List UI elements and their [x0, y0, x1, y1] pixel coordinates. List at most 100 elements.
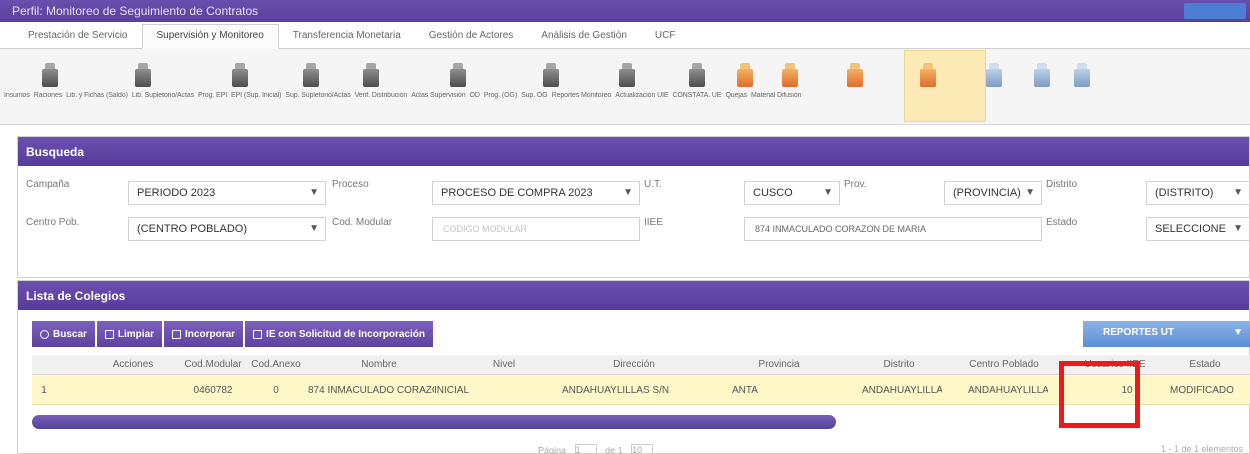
tab-supervision[interactable]: Supervisión y Monitoreo: [141, 24, 279, 49]
orange-food-icon[interactable]: [918, 63, 938, 87]
window-titlebar: Perfil: Monitoreo de Seguimiento de Cont…: [0, 0, 1250, 22]
pager-of-label: de 1: [605, 445, 623, 454]
tab-gestion-actores[interactable]: Gestión de Actores: [415, 25, 528, 48]
col-nombre[interactable]: Nombre: [304, 359, 454, 370]
cell-nivel: INICIAL: [434, 385, 470, 396]
gray-food-icon[interactable]: [230, 63, 250, 87]
cell-cod-modular: 0460782: [193, 385, 233, 396]
pager-page-label: Página: [538, 445, 567, 454]
tab-prestacion[interactable]: Prestación de Servicio: [14, 25, 142, 48]
ribbon-item-label[interactable]: Lib. Supletorio/Actas: [132, 92, 194, 99]
proceso-select[interactable]: PROCESO DE COMPRA 2023 ▼: [432, 181, 640, 205]
chevron-down-icon: ▼: [623, 187, 633, 198]
campana-value: PERIODO 2023: [137, 187, 216, 199]
chevron-down-icon: ▼: [309, 187, 319, 198]
distrito-label: Distrito: [1046, 179, 1078, 190]
cell-estado: MODIFICADO: [1170, 385, 1234, 396]
pager-summary: 1 - 1 de 1 elementos: [1160, 444, 1243, 454]
ribbon-item-label[interactable]: Actualización UIE: [615, 92, 668, 99]
orange-food-icon[interactable]: [735, 63, 755, 87]
centro-pob-value: (CENTRO POBLADO): [137, 223, 248, 235]
prov-select[interactable]: (PROVINCIA) ▼: [944, 181, 1042, 205]
estado-select[interactable]: SELECCIONE ▼: [1146, 217, 1250, 241]
gray-food-icon[interactable]: [301, 63, 321, 87]
buscar-button[interactable]: Buscar: [32, 321, 95, 347]
cell-provincia: ANTA: [732, 385, 758, 396]
col-distrito[interactable]: Distrito: [844, 359, 954, 370]
col-centro-poblado[interactable]: Centro Poblado: [954, 359, 1054, 370]
ribbon-item-label[interactable]: Actas Supervisión: [411, 92, 465, 99]
pager-page-value: 1: [575, 445, 581, 454]
gray-food-icon[interactable]: [541, 63, 561, 87]
row-index: 1: [41, 385, 47, 396]
gray-food-icon[interactable]: [40, 63, 60, 87]
gray-food-icon[interactable]: [687, 63, 707, 87]
distrito-select[interactable]: (DISTRITO) ▼: [1146, 181, 1250, 205]
ribbon-labels: Insumos Raciones Lib. y Fichas (Saldo) Lib.…: [0, 92, 1250, 106]
pager-size-value: 10: [632, 445, 643, 454]
ribbon-item-label[interactable]: Insumos: [4, 92, 30, 99]
window-title: Perfil: Monitoreo de Seguimiento de Cont…: [12, 4, 259, 18]
col-estado[interactable]: Estado: [1162, 359, 1248, 370]
ribbon-item-label[interactable]: OD: [470, 92, 480, 99]
ribbon-item-label[interactable]: CONSTATA. UE: [672, 92, 721, 99]
search-panel: Busqueda Campaña PERIODO 2023 ▼ Proceso …: [17, 136, 1250, 278]
pager-size-select[interactable]: 10: [631, 444, 654, 454]
prov-label: Prov.: [844, 179, 867, 190]
search-icon: [40, 329, 49, 339]
chevron-down-icon: ▼: [309, 223, 319, 234]
solicitud-incorporacion-button[interactable]: IE con Solicitud de Incorporación: [245, 321, 433, 347]
ribbon-item-label[interactable]: Prog. (OG): [484, 92, 517, 99]
module-tabs: Prestación de Servicio Supervisión y Mon…: [0, 22, 1250, 49]
iiee-input[interactable]: 874 INMACULADO CORAZON DE MARIA: [744, 217, 1042, 241]
blue-bottle-icon[interactable]: [1032, 63, 1052, 87]
horizontal-scrollbar[interactable]: [32, 415, 836, 429]
campana-select[interactable]: PERIODO 2023 ▼: [128, 181, 326, 205]
cod-modular-input[interactable]: CODIGO MODULAR: [432, 217, 640, 241]
col-provincia[interactable]: Provincia: [714, 359, 844, 370]
blue-bottle-icon[interactable]: [984, 63, 1004, 87]
pager-page-input[interactable]: 1: [574, 444, 597, 454]
ribbon-item-label[interactable]: EPI (Sup. Inicial): [231, 92, 281, 99]
cod-modular-label: Cod. Modular: [332, 217, 393, 228]
ribbon-item-label[interactable]: Prog. EPI: [198, 92, 227, 99]
ribbon-item-label[interactable]: Sup. OG: [521, 92, 548, 99]
ribbon-item-label[interactable]: Lib. y Fichas (Saldo): [66, 92, 128, 99]
col-direccion[interactable]: Dirección: [554, 359, 714, 370]
tab-analisis[interactable]: Análisis de Gestión: [527, 25, 641, 48]
ribbon-item-label[interactable]: Material Difusión: [751, 92, 802, 99]
list-panel-title: Lista de Colegios: [18, 281, 1249, 310]
ut-value: CUSCO: [753, 187, 793, 199]
gray-food-icon[interactable]: [617, 63, 637, 87]
incorporar-button[interactable]: Incorporar: [164, 321, 244, 347]
ribbon-item-label[interactable]: Raciones: [34, 92, 62, 99]
tab-ucf[interactable]: UCF: [641, 25, 690, 48]
col-acciones[interactable]: Acciones: [88, 359, 178, 370]
reportes-label: REPORTES UT: [1103, 327, 1175, 338]
ribbon-item-label[interactable]: Reportes Monitoreo: [552, 92, 612, 99]
ut-select[interactable]: CUSCO ▼: [744, 181, 840, 205]
col-nivel[interactable]: Nivel: [454, 359, 554, 370]
campana-label: Campaña: [26, 179, 70, 190]
ribbon-item-label[interactable]: Sup. Supletorio/Actas: [285, 92, 350, 99]
limpiar-button[interactable]: Limpiar: [96, 321, 163, 347]
ribbon-item-label[interactable]: Quejas: [725, 92, 747, 99]
gray-food-icon[interactable]: [448, 63, 468, 87]
buscar-label: Buscar: [53, 328, 87, 340]
blue-bottle-icon[interactable]: [1072, 63, 1092, 87]
cell-distrito: ANDAHUAYLILLAS: [862, 385, 942, 396]
orange-food-icon[interactable]: [780, 63, 800, 87]
chevron-down-icon: ▼: [1233, 187, 1243, 198]
reportes-ut-button[interactable]: REPORTES UT ▼: [1083, 321, 1250, 347]
centro-pob-select[interactable]: (CENTRO POBLADO) ▼: [128, 217, 326, 241]
gray-food-icon[interactable]: [133, 63, 153, 87]
tab-transferencia[interactable]: Transferencia Monetaria: [279, 25, 415, 48]
col-cod-anexo[interactable]: Cod.Anexo: [248, 359, 304, 370]
orange-food-icon[interactable]: [845, 63, 865, 87]
clear-icon: [104, 329, 114, 339]
col-cod-modular[interactable]: Cod.Modular: [178, 359, 248, 370]
user-menu-button[interactable]: [1184, 3, 1246, 19]
gray-food-icon[interactable]: [361, 63, 381, 87]
ribbon-item-label[interactable]: Verif. Distribución: [355, 92, 408, 99]
solicitud-label: IE con Solicitud de Incorporación: [266, 328, 425, 340]
